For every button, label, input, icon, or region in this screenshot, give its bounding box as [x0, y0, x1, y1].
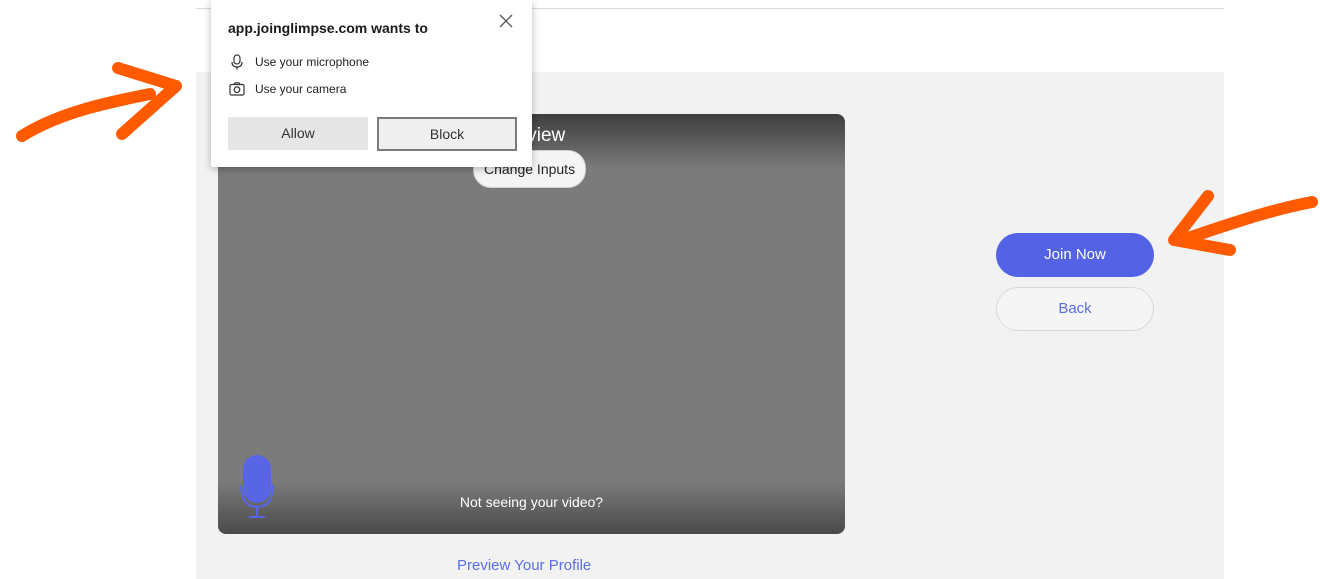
- permission-popup: app.joinglimpse.com wants to Use your mi…: [211, 0, 532, 167]
- allow-button[interactable]: Allow: [228, 117, 368, 150]
- block-button[interactable]: Block: [377, 117, 517, 151]
- camera-icon: [229, 82, 245, 96]
- not-seeing-video-link[interactable]: Not seeing your video?: [218, 494, 845, 510]
- popup-title: app.joinglimpse.com wants to: [228, 20, 428, 36]
- preview-profile-link[interactable]: Preview Your Profile: [457, 557, 591, 574]
- back-button[interactable]: Back: [996, 287, 1154, 331]
- join-now-button[interactable]: Join Now: [996, 233, 1154, 277]
- video-preview: Preview Change Inputs Not seeing your vi…: [218, 114, 845, 534]
- microphone-icon[interactable]: [239, 455, 275, 521]
- permission-microphone: Use your microphone: [229, 53, 369, 71]
- annotation-arrow-right: [1168, 190, 1318, 256]
- annotation-arrow-left: [16, 62, 182, 142]
- permission-label: Use your camera: [255, 82, 347, 96]
- permission-camera: Use your camera: [229, 80, 346, 98]
- microphone-icon: [231, 54, 243, 70]
- close-icon[interactable]: [497, 12, 515, 30]
- permission-label: Use your microphone: [255, 55, 370, 69]
